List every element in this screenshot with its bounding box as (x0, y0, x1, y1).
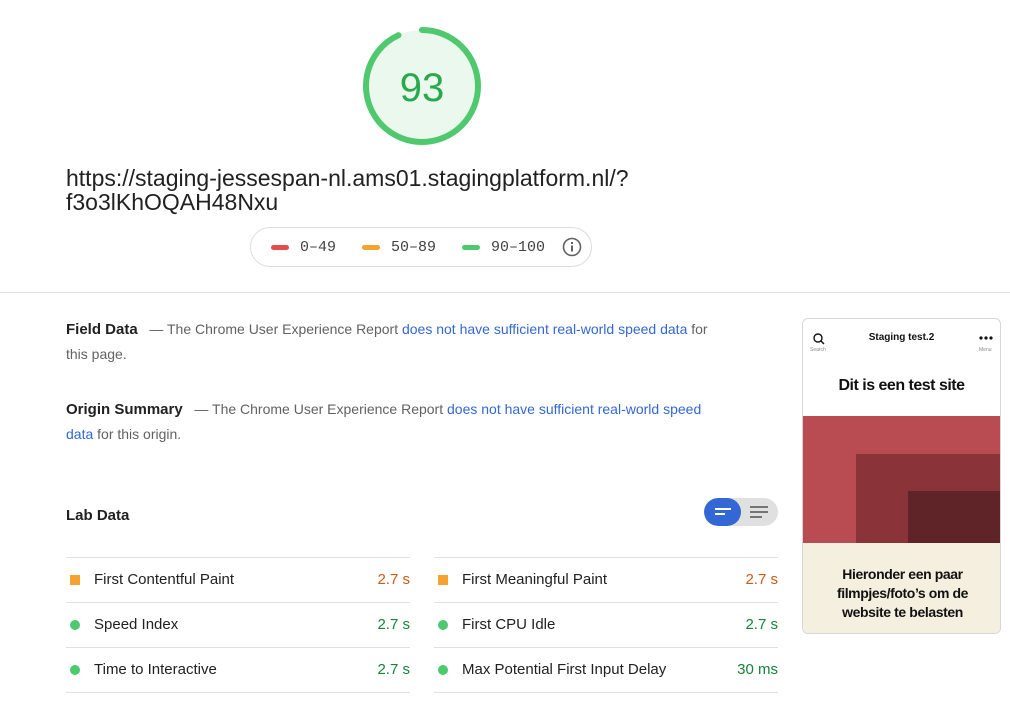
field-data-title: Field Data (66, 321, 138, 338)
metric-name: First Contentful Paint (94, 571, 235, 588)
metric-value: 2.7 s (377, 571, 410, 588)
pass-indicator-icon (70, 665, 80, 675)
metric-value: 2.7 s (745, 571, 778, 588)
performance-score-gauge: 93 (363, 27, 481, 145)
lab-data-title: Lab Data (66, 507, 130, 524)
average-indicator-icon (70, 575, 80, 585)
metric-row: First CPU Idle 2.7 s (434, 602, 778, 647)
footer-line-3: website te belasten (842, 604, 963, 620)
origin-summary-text-end: for this origin. (97, 426, 182, 442)
section-divider (0, 292, 1010, 293)
tested-url-line1: https://staging-jessespan-nl.ams01.stagi… (66, 165, 629, 191)
legend-item-fail: 0–49 (271, 239, 336, 256)
metric-row: Time to Interactive 2.7 s (66, 647, 410, 693)
final-screenshot: Search Staging test.2 Menu Dit is een te… (802, 318, 1001, 634)
metric-name: First Meaningful Paint (462, 571, 608, 588)
legend-label-fail: 0–49 (300, 239, 337, 256)
metric-row: First Meaningful Paint 2.7 s (434, 557, 778, 602)
tested-url-line2: f3o3lKhOQAH48Nxu (66, 189, 279, 215)
field-data-text: — The Chrome User Experience Report (149, 321, 399, 337)
average-indicator-icon (438, 575, 448, 585)
footer-line-2: filmpjes/foto’s om de (836, 585, 969, 601)
search-label: Search (810, 347, 826, 353)
score-legend: 0–49 50–89 90–100 (250, 227, 592, 267)
metric-name: Speed Index (94, 616, 179, 633)
more-icon (979, 336, 993, 340)
performance-score: 93 (400, 66, 445, 110)
screenshot-hero-title: Dit is een test site (838, 377, 965, 394)
metric-row: Max Potential First Input Delay 30 ms (434, 647, 778, 693)
metric-row: Speed Index 2.7 s (66, 602, 410, 647)
footer-line-1: Hieronder een paar (842, 566, 963, 582)
field-data-link[interactable]: does not have sufficient real-world spee… (402, 321, 687, 337)
lab-metrics-right: First Meaningful Paint 2.7 s First CPU Idl… (434, 557, 778, 693)
hero-image-block-inner (908, 491, 1000, 543)
metric-name: Time to Interactive (94, 661, 217, 678)
lab-metrics-left: First Contentful Paint 2.7 s Speed Index 2.… (66, 557, 410, 693)
metric-name: First CPU Idle (462, 616, 556, 633)
screenshot-header: Search Staging test.2 Menu (803, 319, 1000, 359)
pass-indicator-icon (438, 665, 448, 675)
legend-label-average: 50–89 (391, 239, 437, 256)
screenshot-footer: Hieronder een paar filmpjes/foto’s om de… (803, 543, 1000, 633)
screenshot-footer-text: Hieronder een paar filmpjes/foto’s om de… (803, 565, 1000, 622)
field-data-section: Field Data — The Chrome User Experience … (66, 317, 716, 366)
legend-bar-average (362, 245, 380, 250)
metric-value: 2.7 s (745, 616, 778, 633)
pass-indicator-icon (438, 620, 448, 630)
legend-item-pass: 90–100 (462, 239, 545, 256)
pass-indicator-icon (70, 620, 80, 630)
screenshot-hero-image (803, 416, 1000, 543)
expanded-view-icon[interactable] (750, 505, 768, 519)
menu-label: Menu (979, 347, 992, 353)
legend-bar-pass (462, 245, 480, 250)
legend-label-pass: 90–100 (491, 239, 546, 256)
legend-bar-fail (271, 245, 289, 250)
metric-value: 2.7 s (377, 661, 410, 678)
compact-view-icon (715, 508, 731, 515)
info-icon[interactable] (562, 237, 582, 257)
legend-item-average: 50–89 (362, 239, 436, 256)
metric-row: First Contentful Paint 2.7 s (66, 557, 410, 602)
screenshot-site-title: Staging test.2 (868, 332, 935, 343)
tested-url: https://staging-jessespan-nl.ams01.stagi… (66, 166, 629, 214)
metric-value: 30 ms (737, 661, 778, 678)
origin-summary-title: Origin Summary (66, 401, 183, 418)
metric-value: 2.7 s (377, 616, 410, 633)
metric-name: Max Potential First Input Delay (462, 661, 667, 678)
origin-summary-section: Origin Summary — The Chrome User Experie… (66, 397, 716, 446)
origin-summary-text: — The Chrome User Experience Report (194, 401, 444, 417)
metrics-view-toggle[interactable] (704, 498, 778, 526)
